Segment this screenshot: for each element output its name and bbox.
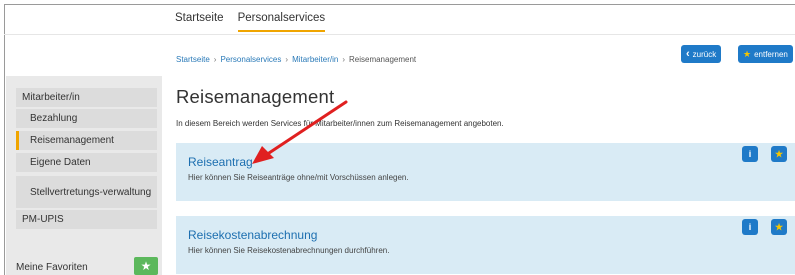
favorites-button[interactable]: ★: [134, 257, 158, 275]
breadcrumb-separator: ›: [213, 55, 217, 64]
breadcrumb-separator: ›: [285, 55, 289, 64]
sidebar-item-eigene-daten[interactable]: Eigene Daten: [16, 153, 157, 172]
info-button[interactable]: i: [742, 146, 758, 162]
tab-personalservices[interactable]: Personalservices: [237, 12, 326, 32]
chevron-left-icon: ‹: [686, 48, 690, 60]
remove-favorite-button[interactable]: ★ entfernen: [738, 45, 793, 63]
favorites-label: Meine Favoriten: [16, 262, 88, 273]
card-description: Hier können Sie Reisekostenabrechnungen …: [188, 246, 390, 255]
top-divider: [4, 34, 795, 35]
back-button-label: zurück: [692, 49, 717, 59]
breadcrumb-current: Reisemanagement: [348, 55, 417, 64]
card-description: Hier können Sie Reiseanträge ohne/mit Vo…: [188, 173, 409, 182]
card-title-link[interactable]: Reiseantrag: [188, 155, 253, 169]
breadcrumb-personalservices[interactable]: Personalservices: [220, 55, 281, 64]
info-button[interactable]: i: [742, 219, 758, 235]
top-navigation: Startseite Personalservices: [175, 12, 326, 32]
sidebar-item-mitarbeiter[interactable]: Mitarbeiter/in: [16, 88, 157, 107]
sidebar: Mitarbeiter/in Bezahlung Reisemanagement…: [6, 76, 162, 275]
star-icon: ★: [140, 259, 152, 273]
service-card-reisekostenabrechnung: Reisekostenabrechnung Hier können Sie Re…: [176, 216, 795, 274]
favorite-button[interactable]: ★: [771, 146, 787, 162]
sidebar-item-reisemanagement[interactable]: Reisemanagement: [16, 131, 157, 150]
remove-button-label: entfernen: [754, 49, 788, 59]
page-intro: In diesem Bereich werden Services für Mi…: [176, 119, 504, 128]
star-icon: ★: [743, 48, 752, 59]
sidebar-item-bezahlung[interactable]: Bezahlung: [16, 109, 157, 128]
breadcrumb-startseite[interactable]: Startseite: [176, 55, 210, 64]
favorite-button[interactable]: ★: [771, 219, 787, 235]
breadcrumb: Startseite › Personalservices › Mitarbei…: [176, 55, 416, 64]
star-icon: ★: [774, 221, 784, 232]
breadcrumb-separator: ›: [342, 55, 345, 64]
service-card-reiseantrag: Reiseantrag Hier können Sie Reiseanträge…: [176, 143, 795, 201]
sidebar-item-stellvertretungsverwaltung[interactable]: Stellvertretungs-verwaltung: [16, 176, 157, 208]
page-title: Reisemanagement: [176, 86, 335, 107]
breadcrumb-mitarbeiter[interactable]: Mitarbeiter/in: [292, 55, 338, 64]
card-title-link[interactable]: Reisekostenabrechnung: [188, 228, 317, 242]
star-icon: ★: [774, 148, 784, 159]
tab-startseite[interactable]: Startseite: [175, 12, 224, 32]
sidebar-item-pm-upis[interactable]: PM-UPIS: [16, 210, 157, 229]
back-button[interactable]: ‹ zurück: [681, 45, 722, 63]
